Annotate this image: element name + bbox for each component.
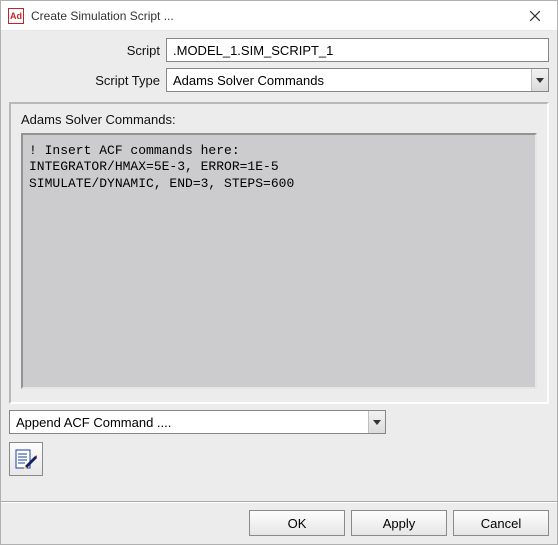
script-type-value: Adams Solver Commands	[173, 73, 531, 88]
close-button[interactable]	[512, 1, 557, 30]
row-script-type: Script Type Adams Solver Commands	[9, 68, 549, 92]
apply-button[interactable]: Apply	[351, 510, 447, 536]
dropdown-arrow-icon	[368, 411, 385, 433]
lower-controls: Append ACF Command ....	[9, 410, 549, 434]
app-icon: Ad	[8, 8, 24, 24]
window-title: Create Simulation Script ...	[31, 9, 512, 23]
dropdown-arrow-icon	[531, 69, 548, 91]
append-command-select[interactable]: Append ACF Command ....	[9, 410, 386, 434]
titlebar: Ad Create Simulation Script ...	[1, 1, 557, 31]
notepad-pencil-icon	[15, 448, 37, 470]
form-rows: Script Script Type Adams Solver Commands	[1, 31, 557, 102]
script-type-select[interactable]: Adams Solver Commands	[166, 68, 549, 92]
script-type-label: Script Type	[9, 73, 166, 88]
cancel-button[interactable]: Cancel	[453, 510, 549, 536]
solver-commands-textarea[interactable]	[21, 133, 537, 389]
script-label: Script	[9, 43, 166, 58]
solver-commands-label: Adams Solver Commands:	[21, 112, 537, 127]
append-command-value: Append ACF Command ....	[16, 415, 368, 430]
dialog-window: Ad Create Simulation Script ... Script S…	[0, 0, 558, 545]
close-icon	[530, 11, 540, 21]
edit-tool-button[interactable]	[9, 442, 43, 476]
footer: OK Apply Cancel	[1, 501, 557, 544]
solver-commands-group: Adams Solver Commands:	[9, 102, 549, 404]
row-script: Script	[9, 38, 549, 62]
ok-button[interactable]: OK	[249, 510, 345, 536]
script-input[interactable]	[166, 38, 549, 62]
client-area: Script Script Type Adams Solver Commands…	[1, 31, 557, 544]
